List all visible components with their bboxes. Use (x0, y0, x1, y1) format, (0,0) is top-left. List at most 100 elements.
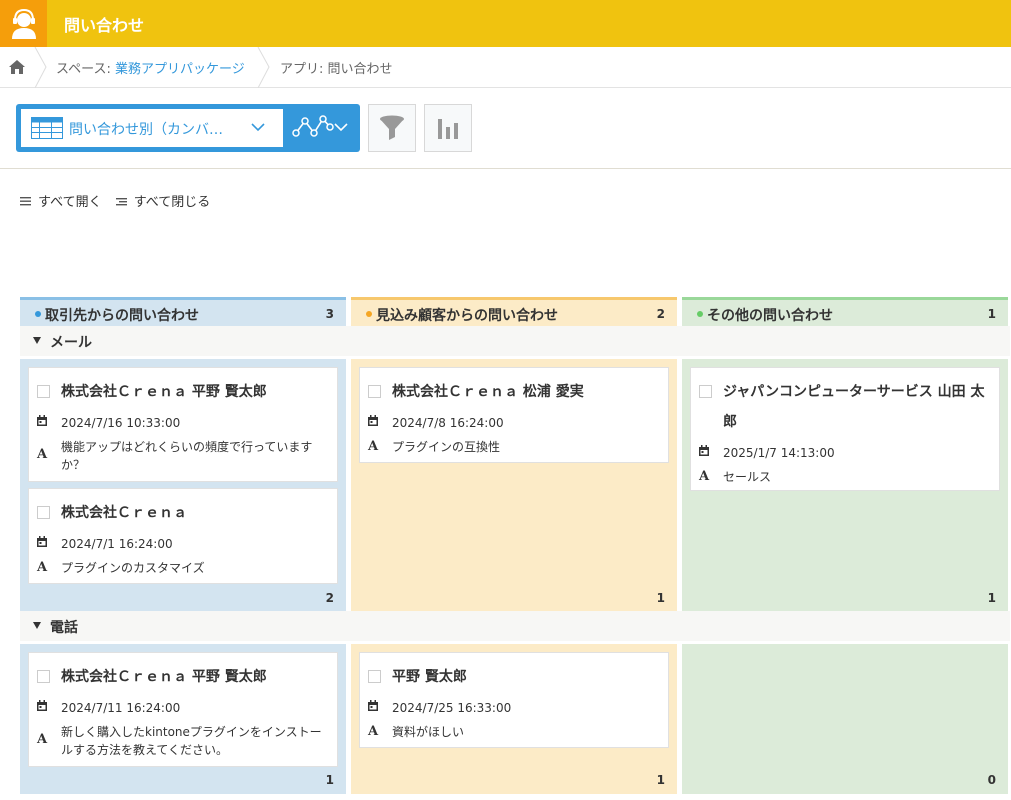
app-header: 問い合わせ (0, 0, 1011, 47)
card-text: セールス (723, 470, 772, 484)
table-view-icon (31, 117, 63, 139)
card-checkbox[interactable] (37, 670, 50, 683)
card-checkbox[interactable] (368, 385, 381, 398)
card-date: 2024/7/1 16:24:00 (61, 537, 173, 551)
view-select[interactable]: 問い合わせ別（カンバ… (21, 109, 283, 147)
expand-all-label: すべて開く (38, 195, 102, 210)
kanban-lane: 株式会社Ｃｒｅｎａ 平野 賢太郎 2024/7/16 10:33:00 A 機能アップ… (20, 359, 346, 612)
status-dot-icon (697, 311, 703, 317)
chart-button[interactable] (424, 104, 472, 152)
group-header[interactable]: メール (20, 326, 1010, 356)
kanban-card[interactable]: 株式会社Ｃｒｅｎａ 松浦 愛実 2024/7/8 16:24:00 A プラグインの互… (359, 367, 669, 463)
kanban-lane: 株式会社Ｃｒｅｎａ 松浦 愛実 2024/7/8 16:24:00 A プラグインの互… (351, 359, 677, 612)
kanban-lane: ジャパンコンピューターサービス 山田 太郎 2025/1/7 14:13:00 A セ… (682, 359, 1008, 612)
lane-count: 1 (656, 591, 665, 605)
view-select-label: 問い合わせ別（カンバ… (69, 122, 223, 138)
view-selector-group: 問い合わせ別（カンバ… (16, 104, 360, 152)
filter-button[interactable] (368, 104, 416, 152)
expand-collapse-bar: すべて開く すべて閉じる (20, 191, 220, 210)
home-icon[interactable] (8, 59, 26, 75)
status-dot-icon (366, 311, 372, 317)
calendar-icon (37, 536, 51, 550)
kanban-card[interactable]: 平野 賢太郎 2024/7/25 16:33:00 A 資料がほしい (359, 652, 669, 748)
text-field-icon: A (368, 439, 379, 454)
collapse-all-button[interactable]: すべて閉じる (115, 191, 211, 210)
card-text-row: A 資料がほしい (368, 723, 664, 741)
text-field-icon: A (37, 732, 48, 747)
kanban-card[interactable]: 株式会社Ｃｒｅｎａ 平野 賢太郎 2024/7/16 10:33:00 A 機能アップ… (28, 367, 338, 482)
card-date: 2024/7/8 16:24:00 (392, 416, 504, 430)
calendar-icon (37, 700, 51, 714)
text-field-icon: A (368, 724, 379, 739)
breadcrumb-space-link[interactable]: 業務アプリパッケージ (115, 62, 245, 77)
card-text: 資料がほしい (392, 725, 465, 739)
kanban-card[interactable]: ジャパンコンピューターサービス 山田 太郎 2025/1/7 14:13:00 A セ… (690, 367, 1000, 491)
card-text-row: A 機能アップはどれくらいの頻度で行っていますか？ (37, 438, 333, 474)
calendar-icon (368, 700, 382, 714)
card-text: 新しく購入したkintoneプラグインをインストールする方法を教えてください。 (61, 725, 322, 757)
card-date-row: 2024/7/8 16:24:00 (368, 414, 664, 432)
group-label: 電話 (50, 620, 78, 636)
column-title: 取引先からの問い合わせ (45, 308, 199, 324)
column-count: 2 (656, 307, 665, 321)
expand-all-icon (20, 196, 31, 205)
lane-count: 2 (325, 591, 334, 605)
card-date-row: 2024/7/25 16:33:00 (368, 699, 664, 717)
breadcrumb-separator-icon (34, 47, 47, 88)
card-text-row: A セールス (699, 468, 995, 486)
group-header[interactable]: 電話 (20, 611, 1010, 641)
card-text-row: A プラグインのカスタマイズ (37, 559, 333, 577)
collapse-all-icon (115, 197, 127, 205)
card-checkbox[interactable] (37, 506, 50, 519)
card-title[interactable]: 株式会社Ｃｒｅｎａ (61, 498, 329, 528)
card-text: プラグインの互換性 (392, 440, 501, 454)
kanban-lane: 株式会社Ｃｒｅｎａ 平野 賢太郎 2024/7/11 16:24:00 A 新しく購入… (20, 644, 346, 794)
breadcrumb-space[interactable]: スペース: 業務アプリパッケージ (56, 58, 245, 77)
card-title[interactable]: 株式会社Ｃｒｅｎａ 平野 賢太郎 (61, 662, 329, 692)
card-date-row: 2025/1/7 14:13:00 (699, 444, 995, 462)
view-toolbar: 問い合わせ別（カンバ… (0, 88, 1011, 169)
lane-count: 0 (987, 773, 996, 787)
lane-count: 1 (656, 773, 665, 787)
headset-user-icon[interactable] (0, 0, 47, 47)
calendar-icon (368, 415, 382, 429)
collapse-all-label: すべて閉じる (133, 195, 211, 210)
card-title[interactable]: ジャパンコンピューターサービス 山田 太郎 (723, 377, 991, 437)
card-title[interactable]: 平野 賢太郎 (392, 662, 660, 692)
caret-down-icon[interactable] (33, 337, 41, 344)
calendar-icon (699, 445, 713, 459)
column-count: 1 (987, 307, 996, 321)
card-title[interactable]: 株式会社Ｃｒｅｎａ 平野 賢太郎 (61, 377, 329, 407)
funnel-icon (380, 115, 404, 140)
card-text-row: A 新しく購入したkintoneプラグインをインストールする方法を教えてください。 (37, 723, 333, 759)
lane-count: 1 (325, 773, 334, 787)
card-checkbox[interactable] (37, 385, 50, 398)
card-date: 2024/7/16 10:33:00 (61, 416, 181, 430)
text-field-icon: A (37, 560, 48, 575)
caret-down-icon[interactable] (33, 622, 41, 629)
graph-view-icon[interactable] (292, 113, 334, 141)
card-date: 2024/7/25 16:33:00 (392, 701, 512, 715)
kanban-lane: 平野 賢太郎 2024/7/25 16:33:00 A 資料がほしい 1 (351, 644, 677, 794)
breadcrumb-separator-icon (257, 47, 270, 88)
kanban-card[interactable]: 株式会社Ｃｒｅｎａ 2024/7/1 16:24:00 A プラグインのカスタマイズ (28, 488, 338, 584)
lane-count: 1 (987, 591, 996, 605)
column-title: 見込み顧客からの問い合わせ (376, 308, 558, 324)
chevron-down-icon[interactable] (334, 123, 348, 132)
breadcrumb-app[interactable]: アプリ: 問い合わせ (280, 58, 393, 77)
card-text-row: A プラグインの互換性 (368, 438, 664, 456)
text-field-icon: A (699, 469, 710, 484)
card-title[interactable]: 株式会社Ｃｒｅｎａ 松浦 愛実 (392, 377, 660, 407)
column-count: 3 (325, 307, 334, 321)
kanban-card[interactable]: 株式会社Ｃｒｅｎａ 平野 賢太郎 2024/7/11 16:24:00 A 新しく購入… (28, 652, 338, 767)
card-text: 機能アップはどれくらいの頻度で行っていますか？ (61, 440, 313, 472)
card-date: 2025/1/7 14:13:00 (723, 446, 835, 460)
card-checkbox[interactable] (368, 670, 381, 683)
breadcrumb-space-label: スペース: (56, 62, 115, 77)
column-title: その他の問い合わせ (707, 308, 833, 324)
expand-all-button[interactable]: すべて開く (20, 191, 102, 210)
column-header: その他の問い合わせ 1 (682, 297, 1008, 326)
card-checkbox[interactable] (699, 385, 712, 398)
column-header: 取引先からの問い合わせ 3 (20, 297, 346, 326)
card-date: 2024/7/11 16:24:00 (61, 701, 181, 715)
